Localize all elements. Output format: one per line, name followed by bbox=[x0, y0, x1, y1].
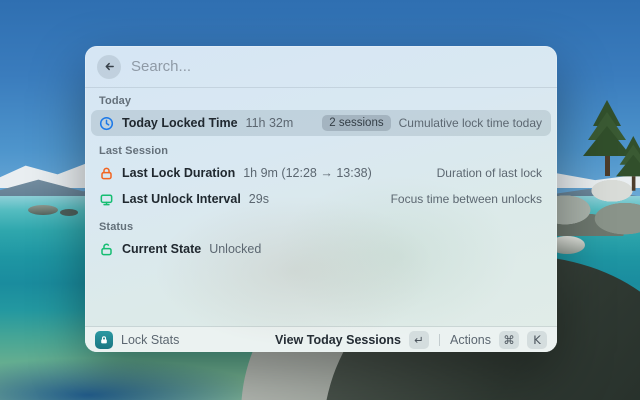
back-button[interactable] bbox=[97, 54, 121, 79]
list-item-last-lock-duration[interactable]: Last Lock Duration 1h 9m (12:28 → 13:38)… bbox=[91, 160, 551, 186]
search-bar bbox=[85, 46, 557, 87]
item-caption: Duration of last lock bbox=[436, 166, 542, 180]
list-item-last-unlock-interval[interactable]: Last Unlock Interval 29s Focus time betw… bbox=[91, 186, 551, 212]
view-today-sessions-button[interactable]: View Today Sessions bbox=[275, 333, 401, 347]
wallpaper-rock bbox=[60, 209, 78, 216]
desktop: Today Today Locked Time 11h 32m 2 sessio… bbox=[0, 0, 640, 400]
actions-button[interactable]: Actions bbox=[450, 333, 491, 347]
item-caption: Cumulative lock time today bbox=[398, 116, 542, 130]
search-input[interactable] bbox=[131, 58, 545, 75]
command-key-icon: ⌘ bbox=[499, 330, 519, 349]
footer-bar: Lock Stats View Today Sessions ↵ Actions… bbox=[85, 327, 557, 352]
lock-open-icon bbox=[99, 242, 114, 257]
item-caption: Focus time between unlocks bbox=[390, 192, 542, 206]
monitor-icon bbox=[99, 192, 114, 207]
list-item-today-locked-time[interactable]: Today Locked Time 11h 32m 2 sessions Cum… bbox=[91, 110, 551, 136]
item-title: Today Locked Time bbox=[122, 116, 238, 130]
wallpaper-rock bbox=[28, 205, 58, 215]
wallpaper-pine-tree bbox=[616, 136, 640, 191]
wallpaper-deep-water bbox=[0, 355, 280, 400]
clock-icon bbox=[99, 116, 114, 131]
item-value: 11h 32m bbox=[245, 116, 294, 130]
k-key-icon: K bbox=[527, 330, 547, 349]
item-value: 1h 9m (12:28 → 13:38) bbox=[243, 166, 372, 180]
section-label-today: Today bbox=[99, 95, 132, 107]
footer-app-name: Lock Stats bbox=[121, 332, 180, 347]
launcher-window: Today Today Locked Time 11h 32m 2 sessio… bbox=[85, 46, 557, 352]
item-value: 29s bbox=[248, 192, 269, 206]
divider bbox=[439, 333, 440, 346]
item-title: Current State bbox=[122, 242, 202, 256]
lock-closed-icon bbox=[99, 166, 114, 181]
lock-stats-app-icon bbox=[95, 330, 113, 349]
sessions-badge: 2 sessions bbox=[322, 115, 391, 131]
results-list: Today Today Locked Time 11h 32m 2 sessio… bbox=[85, 88, 557, 326]
item-title: Last Unlock Interval bbox=[122, 192, 241, 206]
section-label-last-session: Last Session bbox=[99, 145, 169, 157]
list-item-current-state[interactable]: Current State Unlocked bbox=[91, 236, 551, 262]
item-value: Unlocked bbox=[209, 242, 262, 256]
arrow-left-icon bbox=[105, 62, 114, 71]
return-key-icon: ↵ bbox=[409, 330, 429, 349]
item-title: Last Lock Duration bbox=[122, 166, 236, 180]
section-label-status: Status bbox=[99, 221, 134, 233]
